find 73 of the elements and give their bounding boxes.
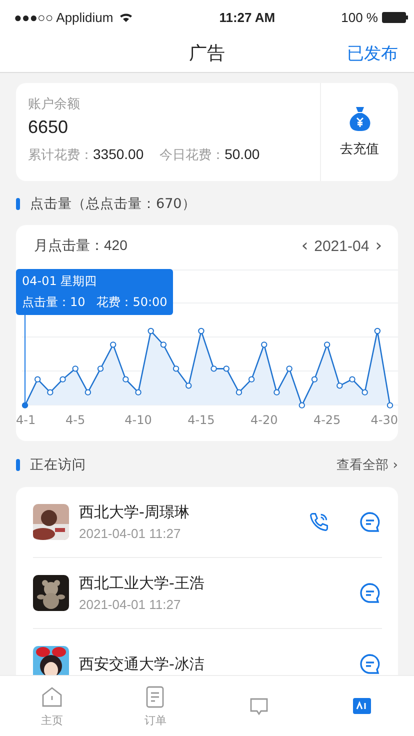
data-point[interactable] [386, 402, 394, 408]
next-month-button[interactable]: › [373, 236, 384, 256]
data-point[interactable] [248, 376, 255, 382]
data-point[interactable] [148, 328, 154, 334]
data-point[interactable] [72, 366, 78, 372]
axis-label: 4-20 [250, 413, 278, 427]
section-marker [16, 198, 20, 210]
data-point[interactable] [374, 328, 381, 334]
phone-icon[interactable] [308, 511, 330, 533]
carrier-text: ●●●○○ Applidium [14, 10, 114, 24]
data-point[interactable] [22, 402, 28, 408]
battery-icon [382, 12, 408, 22]
data-point[interactable] [172, 366, 180, 372]
data-point[interactable] [336, 382, 343, 389]
today-spend-value: 50.00 [224, 146, 260, 162]
previous-month-button[interactable]: ‹ [299, 236, 310, 256]
tooltip-date: 04-01 星期四 [22, 273, 98, 290]
data-point[interactable] [349, 376, 356, 382]
recharge-button[interactable]: 去充值 [320, 83, 398, 181]
data-point[interactable] [160, 342, 167, 348]
data-point[interactable] [97, 366, 104, 372]
data-point[interactable] [298, 402, 305, 408]
visitor-name: 西北工业大学-王浩 [79, 574, 206, 593]
axis-label: 4-1 [16, 413, 36, 427]
data-point[interactable] [210, 366, 217, 372]
data-point[interactable] [362, 389, 368, 396]
data-point[interactable] [223, 366, 230, 372]
published-button[interactable]: 已发布 [347, 42, 398, 65]
axis-label: 4-5 [66, 413, 86, 427]
axis-label: 4-30 [370, 413, 398, 427]
data-point[interactable] [261, 342, 268, 348]
data-point[interactable] [324, 342, 330, 348]
data-point[interactable] [311, 376, 318, 382]
visitor-name: 西北大学-周璟琳 [79, 503, 190, 522]
section-title: 点击量（总点击量：670） [30, 195, 196, 213]
chat-icon[interactable] [358, 652, 382, 675]
data-point[interactable] [135, 389, 142, 396]
section-title: 正在访问 [30, 456, 86, 474]
data-point[interactable] [84, 389, 92, 396]
data-point[interactable] [60, 376, 66, 382]
monthly-clicks-label: 月点击量：420 [34, 237, 128, 255]
home-icon [40, 684, 64, 708]
data-point[interactable] [122, 376, 129, 382]
tooltip-detail: 点击量：10 花费：50:00 [22, 294, 168, 311]
axis-label: 4-15 [188, 413, 215, 427]
data-point[interactable] [186, 382, 192, 389]
balance-value: 6650 [28, 117, 70, 138]
money-bag-icon [348, 106, 372, 132]
wifi-icon [119, 12, 134, 22]
visit-time: 2021-04-01 11:27 [79, 597, 182, 612]
axis-label: 4-10 [124, 413, 152, 427]
section-marker [16, 459, 20, 471]
data-point[interactable] [236, 389, 242, 396]
data-point[interactable] [274, 389, 280, 396]
view-all-link[interactable]: 查看全部 › [336, 456, 398, 474]
battery-text: 100 % [341, 10, 378, 24]
chat-icon[interactable] [358, 510, 382, 534]
chat-icon[interactable] [358, 581, 382, 605]
data-point[interactable] [110, 342, 116, 348]
data-point[interactable] [286, 366, 292, 372]
balance-label: 账户余额 [28, 96, 81, 113]
data-point[interactable] [198, 328, 204, 334]
data-point[interactable] [34, 376, 41, 382]
page-title: 广告 [189, 42, 225, 65]
today-spend-label: 今日花费： [160, 147, 225, 164]
axis-label: 4-25 [313, 413, 341, 427]
total-spend-label: 累计花费： [28, 147, 93, 164]
visit-time: 2021-04-01 11:27 [79, 526, 182, 541]
month-text: 2021-04 [314, 238, 370, 254]
clock-text: 11:27 AM [219, 10, 276, 24]
data-point[interactable] [47, 389, 54, 396]
visitor-name: 西安交通大学-冰洁 [79, 654, 206, 674]
total-spend-value: 3350.00 [93, 146, 144, 162]
